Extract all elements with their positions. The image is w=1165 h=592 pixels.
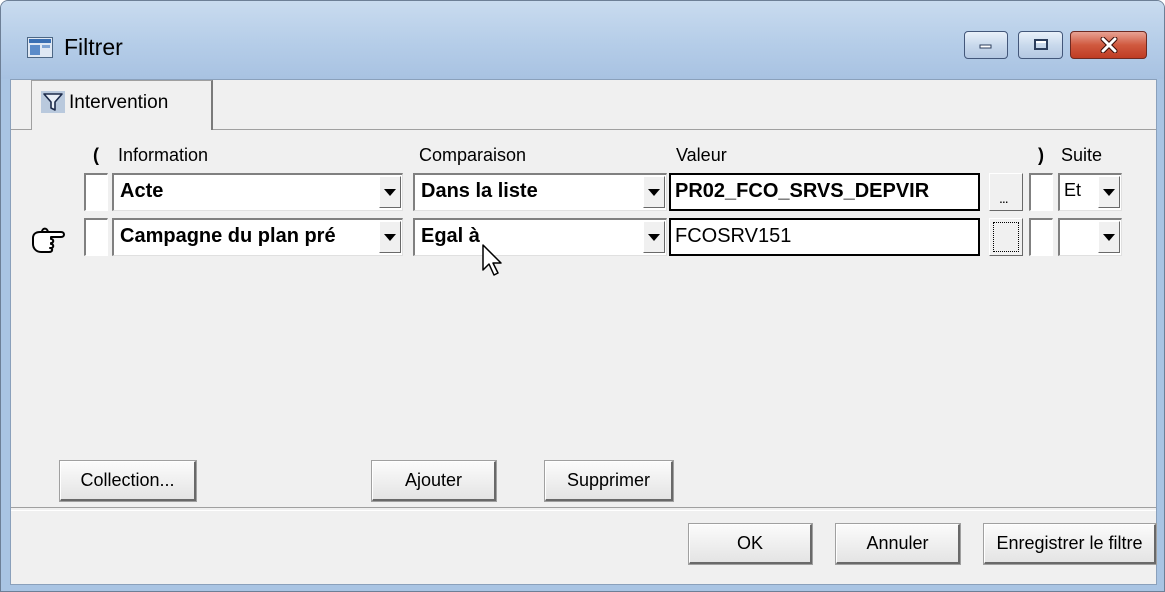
suite-select[interactable] (1058, 218, 1122, 256)
chevron-down-icon (1103, 188, 1115, 196)
chevron-down-icon (1103, 233, 1115, 241)
tab-intervention[interactable]: Intervention (31, 80, 213, 130)
comparaison-select[interactable]: Dans la liste (413, 173, 667, 211)
close-paren-field[interactable] (1029, 173, 1053, 211)
valeur-header: Valeur (676, 145, 727, 165)
minimize-icon (979, 44, 992, 49)
information-header: Information (118, 145, 209, 165)
comparaison-header: Comparaison (419, 145, 527, 165)
valeur-input[interactable]: FCOSRV151 (669, 218, 980, 256)
information-select[interactable]: Campagne du plan pré (112, 218, 403, 256)
dialog-client-area: Intervention ( Information Comparaison V… (10, 79, 1157, 585)
suite-header: Suite (1061, 145, 1103, 165)
suite-value: Et (1064, 180, 1082, 200)
valeur-input[interactable]: PR02_FCO_SRVS_DEPVIR (669, 173, 980, 211)
filter-funnel-icon (41, 91, 65, 113)
app-window-icon (27, 37, 53, 58)
close-paren-header: ) (1038, 145, 1044, 165)
dropdown-button[interactable] (379, 176, 401, 208)
save-filter-button[interactable]: Enregistrer le filtre (983, 523, 1157, 565)
add-button[interactable]: Ajouter (371, 460, 497, 502)
dropdown-button[interactable] (1098, 176, 1120, 208)
open-paren-field[interactable] (84, 218, 108, 256)
title-bar[interactable]: Filtrer (1, 1, 1164, 79)
maximize-icon (1033, 39, 1048, 50)
filter-dialog-window: Filtrer Intervention (Information Compa… (0, 0, 1165, 592)
footer-divider (11, 507, 1156, 511)
suite-select[interactable]: Et (1058, 173, 1122, 211)
comparaison-value: Egal à (421, 225, 480, 247)
browse-values-button[interactable] (989, 218, 1023, 256)
dropdown-button[interactable] (1098, 221, 1120, 253)
chevron-down-icon (648, 233, 660, 241)
window-title: Filtrer (64, 34, 123, 60)
dropdown-button[interactable] (379, 221, 401, 253)
valeur-value: FCOSRV151 (675, 225, 792, 247)
pointing-hand-icon (32, 227, 65, 253)
information-value: Acte (120, 180, 164, 202)
chevron-down-icon (384, 233, 396, 241)
dropdown-button[interactable] (643, 221, 665, 253)
comparaison-select[interactable]: Egal à (413, 218, 667, 256)
cancel-button[interactable]: Annuler (835, 523, 961, 565)
browse-values-button[interactable]: ... (989, 173, 1023, 211)
open-paren-header: ( (93, 145, 99, 165)
dropdown-button[interactable] (643, 176, 665, 208)
ok-button[interactable]: OK (688, 523, 813, 565)
chevron-down-icon (648, 188, 660, 196)
browse-label: ... (999, 190, 1009, 206)
close-icon (1100, 37, 1117, 53)
tab-label: Intervention (69, 92, 169, 113)
minimize-button[interactable] (964, 31, 1008, 59)
delete-button[interactable]: Supprimer (544, 460, 674, 502)
mouse-cursor-icon (482, 244, 502, 276)
maximize-button[interactable] (1018, 31, 1063, 59)
close-button[interactable] (1070, 31, 1147, 59)
chevron-down-icon (384, 188, 396, 196)
information-select[interactable]: Acte (112, 173, 403, 211)
information-value: Campagne du plan pré (120, 225, 336, 247)
close-paren-field[interactable] (1029, 218, 1053, 256)
collection-button[interactable]: Collection... (59, 460, 197, 502)
valeur-value: PR02_FCO_SRVS_DEPVIR (675, 180, 930, 202)
open-paren-field[interactable] (84, 173, 108, 211)
comparaison-value: Dans la liste (421, 180, 538, 202)
